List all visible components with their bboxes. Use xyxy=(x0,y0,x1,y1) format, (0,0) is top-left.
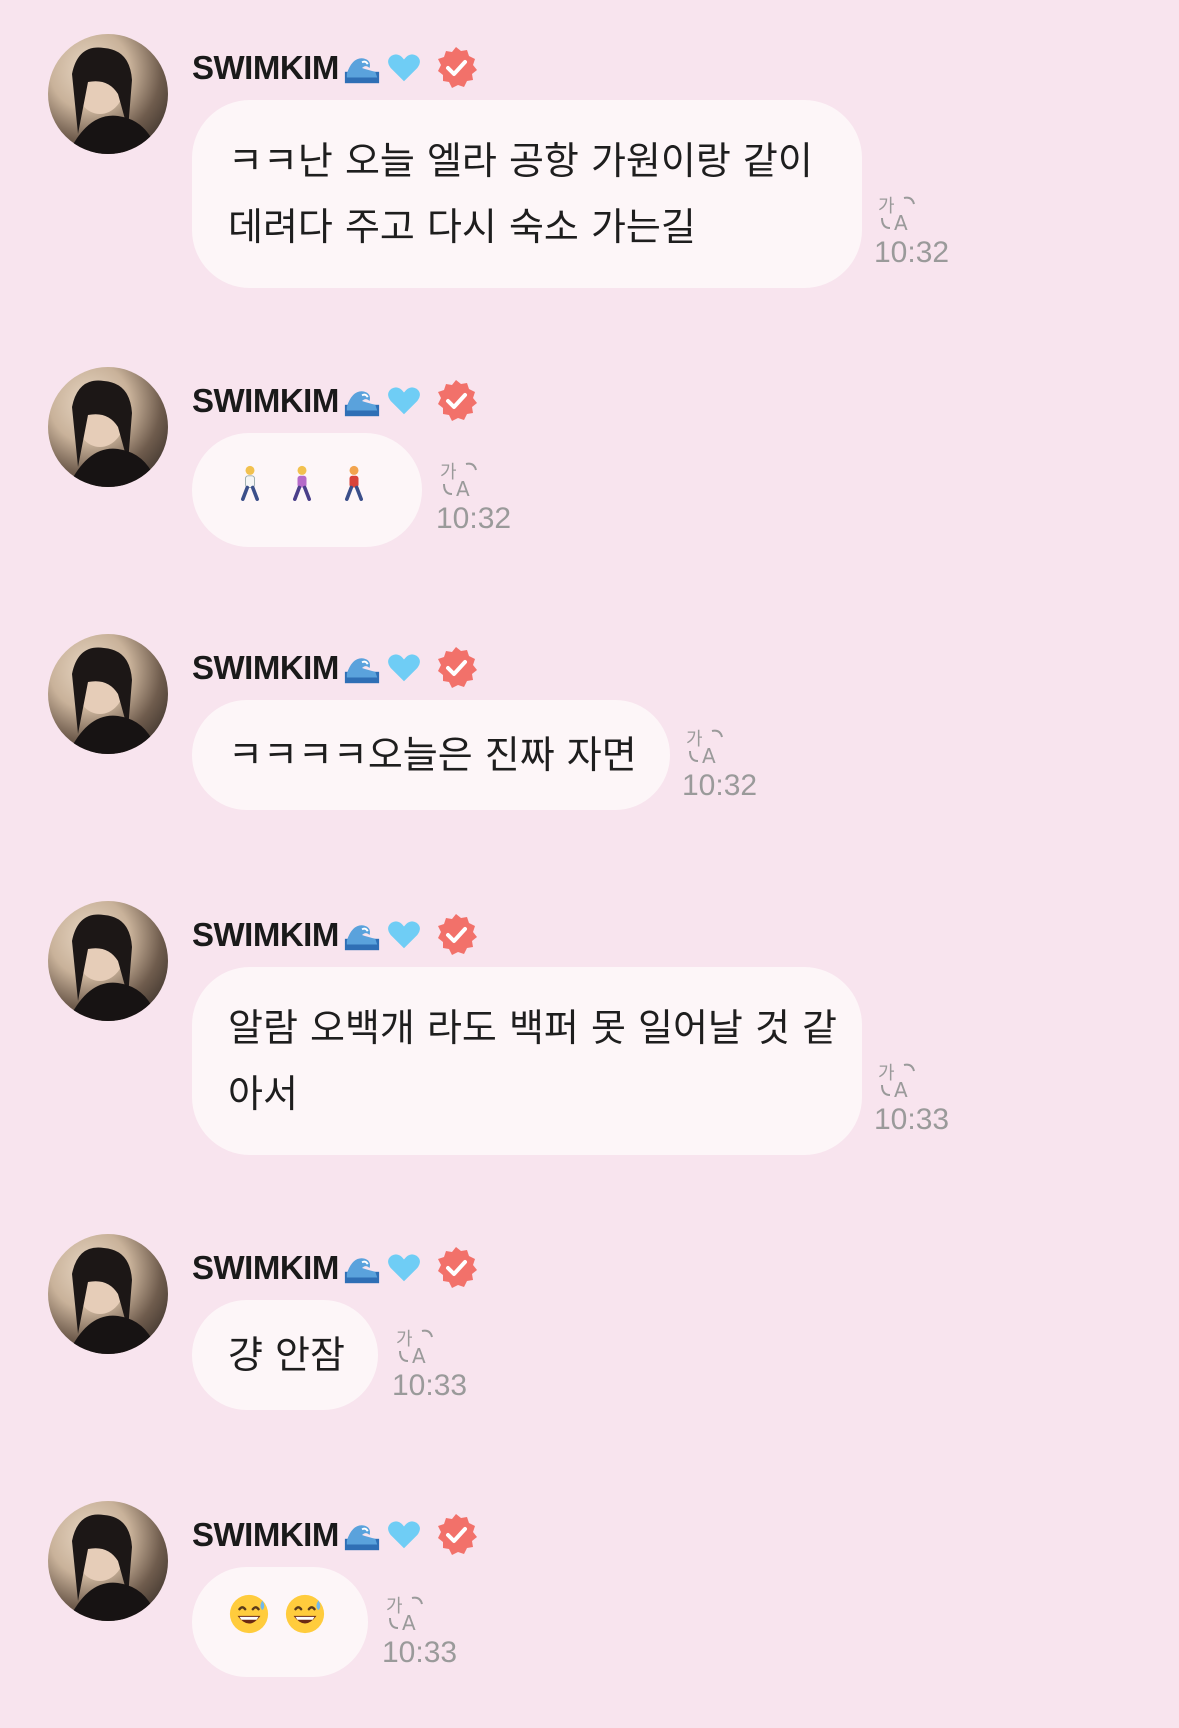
translate-icon[interactable]: 가A xyxy=(394,1323,438,1367)
verified-badge-icon xyxy=(433,45,479,91)
svg-text:가: 가 xyxy=(386,1596,403,1617)
chat-thread: SWIMKIM ㅋㅋ난 오늘 엘라 공항 가원이랑 같이 데려다 주고 다시 숙… xyxy=(0,0,1179,1728)
avatar[interactable] xyxy=(48,1501,168,1621)
sender-line: SWIMKIM xyxy=(192,379,479,423)
timestamp: 10:32 xyxy=(682,769,758,802)
avatar[interactable] xyxy=(48,367,168,487)
message-meta: 가A 10:32 xyxy=(436,456,526,536)
timestamp: 10:33 xyxy=(874,1103,950,1136)
svg-text:가: 가 xyxy=(440,462,457,483)
verified-badge-icon xyxy=(433,645,479,691)
svg-text:A: A xyxy=(402,1611,416,1634)
blue-heart-icon xyxy=(385,649,423,687)
svg-text:A: A xyxy=(456,477,470,500)
sender-name: SWIMKIM xyxy=(192,382,339,419)
svg-text:가: 가 xyxy=(878,196,895,217)
grinning-sweat-icon xyxy=(284,1589,326,1655)
blue-heart-icon xyxy=(385,1249,423,1287)
translate-icon[interactable]: 가A xyxy=(876,1057,920,1101)
man-walking-icon xyxy=(336,457,372,523)
translate-icon[interactable]: 가A xyxy=(876,190,920,234)
avatar[interactable] xyxy=(48,901,168,1021)
message-text: 아서 xyxy=(228,1072,298,1116)
sender-name: SWIMKIM xyxy=(192,1249,339,1286)
svg-text:가: 가 xyxy=(878,1063,895,1084)
grinning-sweat-icon xyxy=(228,1589,270,1655)
person-walking-icon xyxy=(232,457,268,523)
wave-icon xyxy=(343,1516,381,1554)
sender-name: SWIMKIM xyxy=(192,916,339,953)
avatar[interactable] xyxy=(48,1234,168,1354)
avatar[interactable] xyxy=(48,634,168,754)
svg-text:가: 가 xyxy=(686,729,703,750)
blue-heart-icon xyxy=(385,382,423,420)
message-meta: 가A 10:33 xyxy=(392,1323,482,1403)
timestamp: 10:33 xyxy=(382,1636,458,1669)
wave-icon xyxy=(343,382,381,420)
sender-name: SWIMKIM xyxy=(192,649,339,686)
verified-badge-icon xyxy=(433,378,479,424)
translate-icon[interactable]: 가A xyxy=(384,1590,428,1634)
sender-line: SWIMKIM xyxy=(192,646,479,690)
message-text: ㅋㅋㅋㅋ오늘은 진짜 자면 xyxy=(228,733,637,777)
message-bubble[interactable]: 걍 안잠 xyxy=(192,1300,378,1410)
message-bubble[interactable] xyxy=(192,433,422,547)
message-meta: 가A 10:33 xyxy=(874,1057,964,1137)
blue-heart-icon xyxy=(385,916,423,954)
sender-name: SWIMKIM xyxy=(192,49,339,86)
wave-icon xyxy=(343,1249,381,1287)
svg-text:A: A xyxy=(894,1078,908,1101)
verified-badge-icon xyxy=(433,912,479,958)
woman-walking-icon xyxy=(284,457,320,523)
timestamp: 10:32 xyxy=(436,502,512,535)
svg-text:A: A xyxy=(412,1344,426,1367)
message-bubble[interactable]: ㅋㅋ난 오늘 엘라 공항 가원이랑 같이 데려다 주고 다시 숙소 가는길 xyxy=(192,100,862,288)
translate-icon[interactable]: 가A xyxy=(684,723,728,767)
message-text: 알람 오백개 라도 백퍼 못 일어날 것 같 xyxy=(228,1006,837,1050)
wave-icon xyxy=(343,49,381,87)
svg-text:가: 가 xyxy=(396,1329,413,1350)
message-meta: 가A 10:32 xyxy=(682,723,772,803)
message-bubble[interactable] xyxy=(192,1567,368,1677)
sender-line: SWIMKIM xyxy=(192,913,479,957)
verified-badge-icon xyxy=(433,1512,479,1558)
timestamp: 10:32 xyxy=(874,236,950,269)
blue-heart-icon xyxy=(385,1516,423,1554)
message-text: 걍 안잠 xyxy=(228,1333,345,1377)
message-text: ㅋㅋ난 오늘 엘라 공항 가원이랑 같이 xyxy=(228,139,813,183)
sender-name: SWIMKIM xyxy=(192,1516,339,1553)
sender-line: SWIMKIM xyxy=(192,1513,479,1557)
wave-icon xyxy=(343,916,381,954)
wave-icon xyxy=(343,649,381,687)
timestamp: 10:33 xyxy=(392,1369,468,1402)
blue-heart-icon xyxy=(385,49,423,87)
translate-icon[interactable]: 가A xyxy=(438,456,482,500)
svg-text:A: A xyxy=(894,211,908,234)
svg-text:A: A xyxy=(702,744,716,767)
verified-badge-icon xyxy=(433,1245,479,1291)
sender-line: SWIMKIM xyxy=(192,1246,479,1290)
message-text: 데려다 주고 다시 숙소 가는길 xyxy=(228,205,696,249)
sender-line: SWIMKIM xyxy=(192,46,479,90)
message-bubble[interactable]: 알람 오백개 라도 백퍼 못 일어날 것 같 아서 xyxy=(192,967,862,1155)
message-meta: 가A 10:32 xyxy=(874,190,964,270)
message-bubble[interactable]: ㅋㅋㅋㅋ오늘은 진짜 자면 xyxy=(192,700,670,810)
message-meta: 가A 10:33 xyxy=(382,1590,472,1670)
avatar[interactable] xyxy=(48,34,168,154)
